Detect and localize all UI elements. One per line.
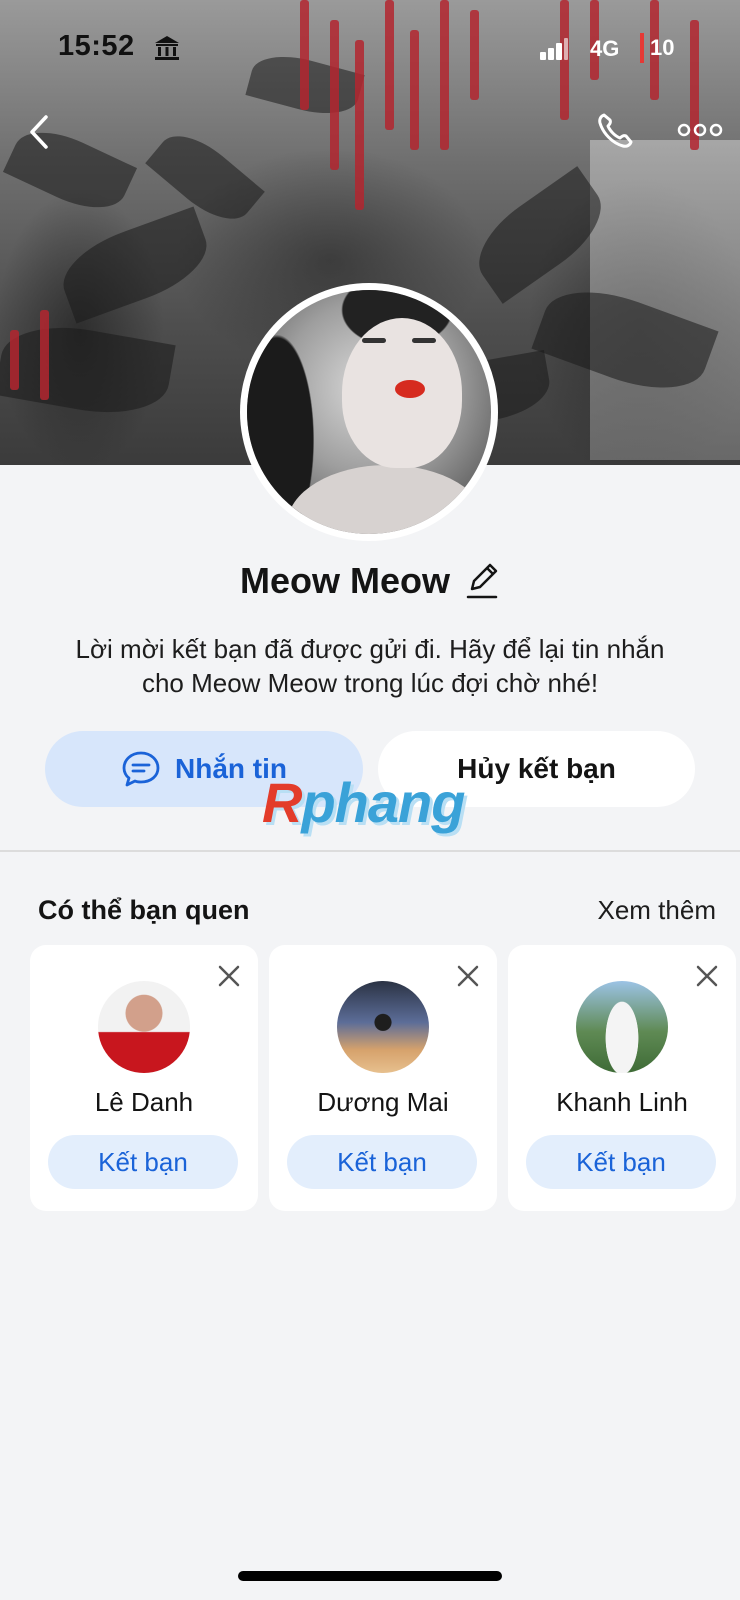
cancel-friend-label: Hủy kết bạn (457, 753, 616, 784)
status-bar: 15:52 4G 10 (0, 0, 740, 100)
edit-icon[interactable] (464, 561, 500, 601)
suggestion-card[interactable]: Dương Mai Kết bạn (269, 945, 497, 1211)
profile-screen: 15:52 4G 10 Meow Meow Lời mời kết bạn đã… (0, 0, 740, 1600)
back-icon (30, 115, 48, 149)
name-row: Meow Meow (0, 560, 740, 602)
battery-level: 10 (640, 33, 674, 63)
more-options-button[interactable] (674, 112, 726, 148)
see-more-link[interactable]: Xem thêm (598, 895, 717, 926)
avatar[interactable] (240, 283, 498, 541)
back-button[interactable] (22, 110, 56, 154)
add-friend-button[interactable]: Kết bạn (526, 1135, 716, 1189)
network-type: 4G (590, 36, 620, 61)
chat-icon (122, 751, 160, 787)
suggestion-card[interactable]: Lê Danh Kết bạn (30, 945, 258, 1211)
friend-request-message: Lời mời kết bạn đã được gửi đi. Hãy để l… (75, 634, 665, 698)
close-icon[interactable] (692, 961, 722, 991)
add-friend-button[interactable]: Kết bạn (48, 1135, 238, 1189)
divider (0, 850, 740, 852)
suggestions-title: Có thể bạn quen (38, 895, 250, 925)
call-button[interactable] (592, 108, 638, 154)
suggestion-avatar[interactable] (98, 981, 190, 1073)
close-icon[interactable] (453, 961, 483, 991)
suggestion-avatar[interactable] (576, 981, 668, 1073)
suggestion-name: Dương Mai (317, 1087, 449, 1117)
close-icon[interactable] (214, 961, 244, 991)
profile-name: Meow Meow (239, 560, 450, 601)
suggestion-avatar[interactable] (337, 981, 429, 1073)
status-time: 15:52 (58, 30, 135, 62)
add-friend-button[interactable]: Kết bạn (287, 1135, 477, 1189)
home-indicator[interactable] (238, 1571, 502, 1581)
phone-icon (598, 113, 633, 148)
suggestion-name: Khanh Linh (556, 1087, 688, 1117)
signal-icon (540, 38, 568, 60)
watermark-logo: Rphang (262, 771, 465, 834)
more-icon (677, 123, 723, 137)
suggestion-name: Lê Danh (94, 1087, 194, 1117)
bank-icon (155, 36, 179, 60)
suggestion-card[interactable]: Khanh Linh Kết bạn (508, 945, 736, 1211)
